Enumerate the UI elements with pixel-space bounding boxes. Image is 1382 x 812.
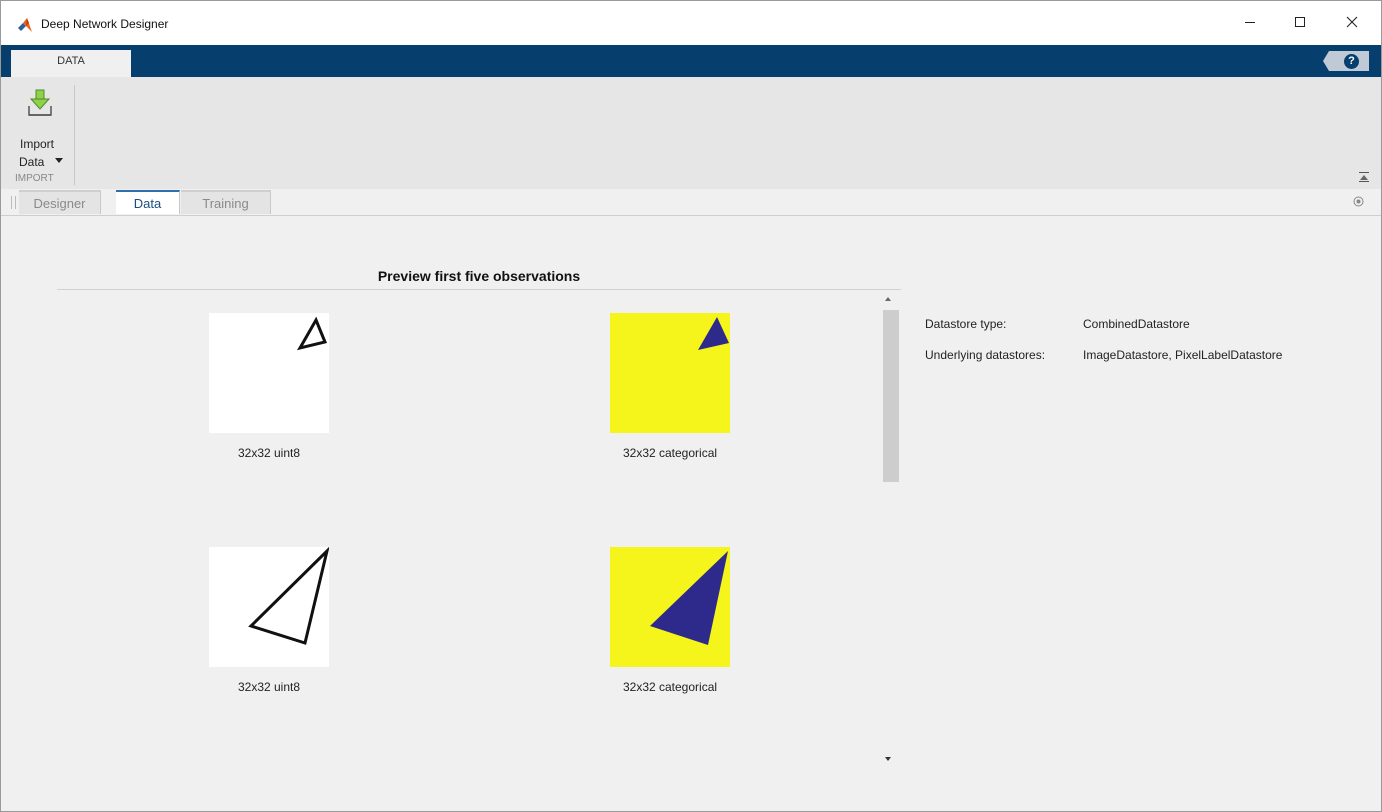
import-label-line2: Data <box>19 155 45 169</box>
maximize-icon <box>1295 17 1305 27</box>
underlying-datastores-label: Underlying datastores: <box>925 348 1046 362</box>
app-window: Deep Network Designer DATA ? Import Data… <box>0 0 1382 812</box>
observation-2-label-image <box>610 547 730 667</box>
matlab-logo-icon <box>18 18 32 32</box>
dropdown-arrow-icon <box>55 158 63 163</box>
panel-options-icon[interactable] <box>1353 196 1364 207</box>
help-icon: ? <box>1344 54 1359 69</box>
minimize-icon <box>1245 22 1255 23</box>
window-title: Deep Network Designer <box>41 17 169 31</box>
preview-divider <box>57 289 901 290</box>
title-bar[interactable]: Deep Network Designer <box>1 1 1381 45</box>
datastore-type-label: Datastore type: <box>925 317 1007 331</box>
underlying-datastores-value: ImageDatastore, PixelLabelDatastore <box>1083 348 1283 362</box>
close-button[interactable] <box>1329 7 1375 37</box>
observation-1-label-caption: 32x32 categorical <box>622 446 718 460</box>
scroll-down-arrow-icon[interactable] <box>885 757 891 761</box>
preview-title: Preview first five observations <box>377 268 581 284</box>
observation-2-label-caption: 32x32 categorical <box>622 680 718 694</box>
observation-2-input-image <box>209 546 330 667</box>
maximize-button[interactable] <box>1277 7 1323 37</box>
import-data-button[interactable]: Import Data <box>11 83 67 169</box>
drag-grip-icon[interactable] <box>11 196 16 209</box>
group-divider <box>74 85 75 185</box>
observation-1-label-image <box>610 313 730 433</box>
document-tab-bar: Designer Data Training <box>1 189 1381 216</box>
tab-training[interactable]: Training <box>181 190 271 214</box>
ribbon-toolstrip: Import Data IMPORT <box>1 77 1381 190</box>
help-button[interactable]: ? <box>1323 51 1369 71</box>
ribbon-tab-data[interactable]: DATA <box>11 50 131 78</box>
collapse-ribbon-icon[interactable] <box>1358 171 1370 183</box>
import-label-line1: Import <box>20 137 55 151</box>
tab-designer[interactable]: Designer <box>19 190 101 214</box>
minimize-button[interactable] <box>1227 7 1273 37</box>
observation-1-input-caption: 32x32 uint8 <box>237 446 301 460</box>
observation-2-input-caption: 32x32 uint8 <box>237 680 301 694</box>
scroll-up-arrow-icon[interactable] <box>885 297 891 301</box>
ribbon-tab-strip: DATA ? <box>1 45 1381 78</box>
import-group-label: IMPORT <box>15 173 54 184</box>
observation-1-input-image <box>209 313 329 433</box>
tab-data[interactable]: Data <box>116 190 180 214</box>
close-icon <box>1346 16 1358 28</box>
datastore-type-value: CombinedDatastore <box>1083 317 1190 331</box>
import-icon <box>28 89 52 116</box>
preview-scrollbar-thumb[interactable] <box>883 310 899 482</box>
